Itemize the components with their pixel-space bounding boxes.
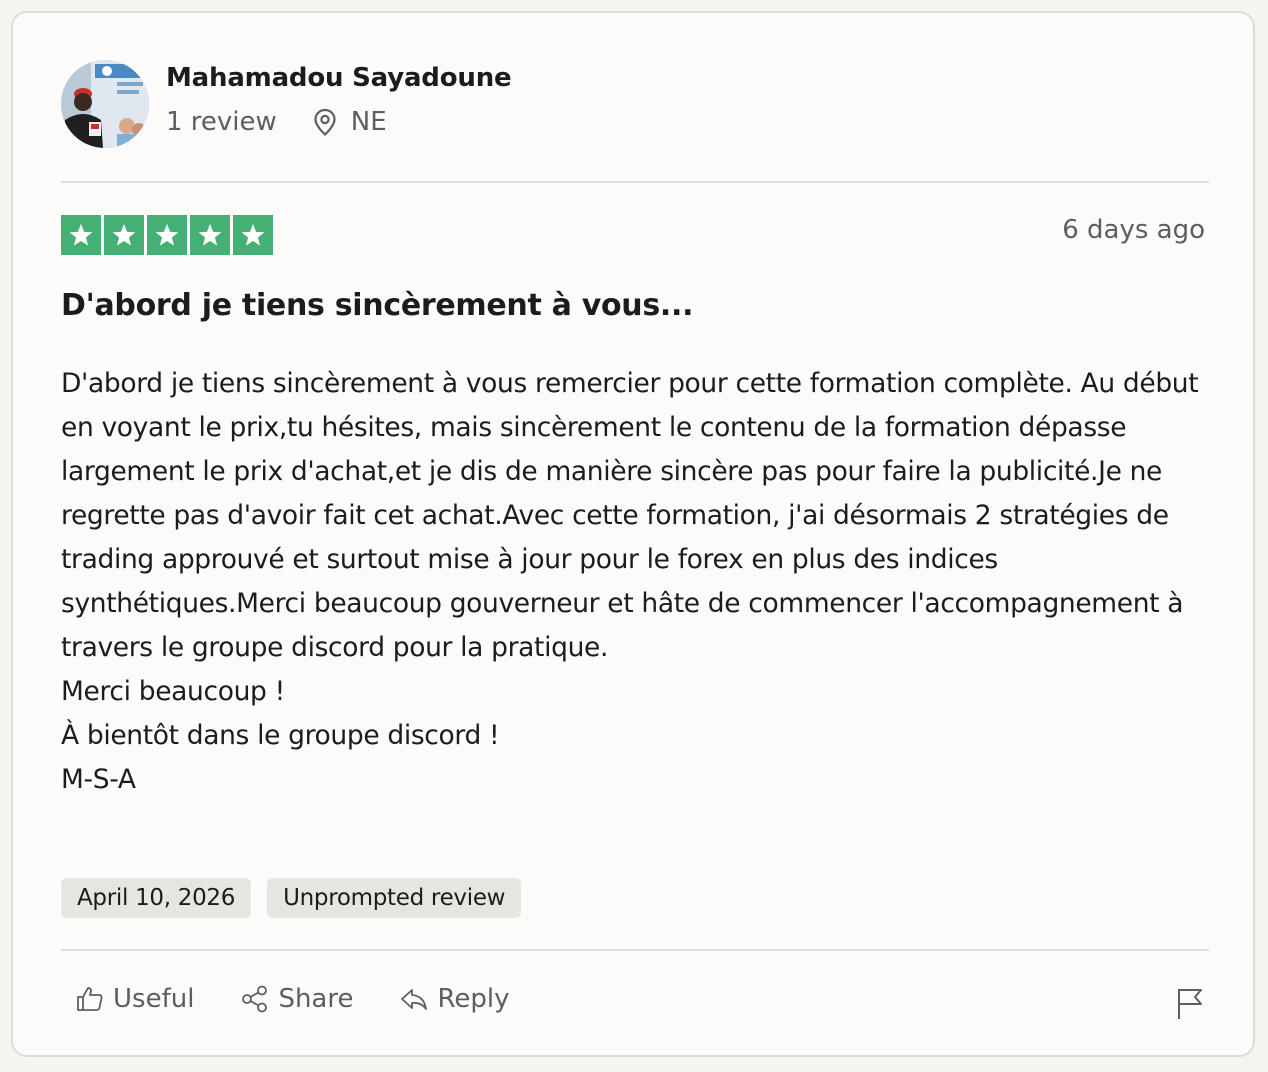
reply-icon — [401, 989, 428, 1010]
share-icon — [242, 985, 268, 1013]
review-count: 1 review — [166, 107, 277, 137]
reply-button[interactable]: Reply — [399, 984, 509, 1014]
review-card: Mahamadou Sayadoune 1 review NE 6 days a… — [11, 11, 1255, 1057]
thumbs-up-icon — [77, 987, 103, 1011]
review-tags: April 10, 2026 Unprompted review — [61, 878, 522, 918]
experience-date-tag: April 10, 2026 — [61, 878, 252, 918]
star-icon — [190, 215, 230, 255]
star-rating — [61, 215, 273, 255]
avatar-photo — [61, 60, 149, 148]
reviewer-meta: 1 review NE — [166, 107, 387, 137]
review-title: D'abord je tiens sincèrement à vous... — [61, 288, 694, 323]
star-icon — [61, 215, 101, 255]
review-relative-date: 6 days ago — [1062, 215, 1205, 245]
reviewer-name[interactable]: Mahamadou Sayadoune — [166, 63, 512, 93]
divider — [61, 181, 1209, 183]
flag-icon[interactable] — [1175, 986, 1205, 1020]
review-actions: Useful Share Reply — [75, 984, 555, 1014]
share-button[interactable]: Share — [240, 984, 353, 1014]
share-label: Share — [278, 984, 354, 1014]
divider — [61, 949, 1209, 951]
review-body: D'abord je tiens sincèrement à vous reme… — [61, 368, 1199, 795]
review-type-tag[interactable]: Unprompted review — [267, 878, 522, 918]
useful-button[interactable]: Useful — [75, 984, 194, 1014]
star-icon — [233, 215, 273, 255]
reviewer-location: NE — [311, 107, 387, 137]
avatar[interactable] — [61, 60, 149, 148]
map-pin-icon — [314, 108, 336, 136]
star-icon — [147, 215, 187, 255]
star-icon — [104, 215, 144, 255]
reply-label: Reply — [437, 984, 510, 1014]
useful-label: Useful — [113, 984, 195, 1014]
country-code: NE — [350, 107, 387, 137]
